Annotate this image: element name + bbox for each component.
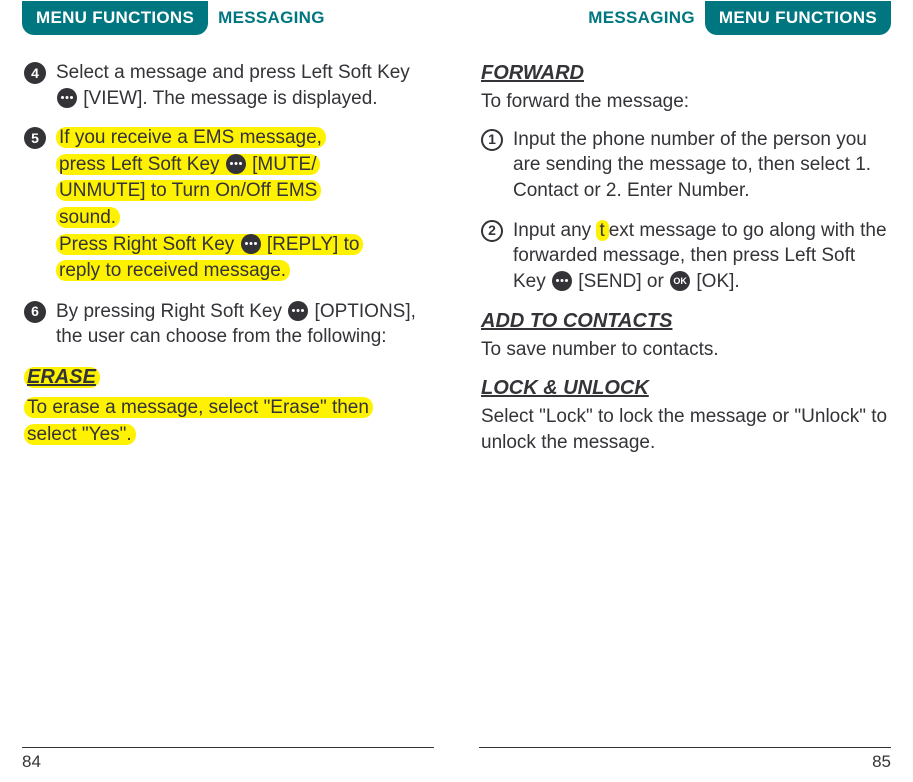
fs2-c: [SEND] or	[573, 271, 669, 292]
erase-heading: ERASE	[27, 366, 96, 388]
step-6-text: By pressing Right Soft Key [OPTIONS], th…	[56, 299, 432, 350]
content-left: 4 Select a message and press Left Soft K…	[22, 60, 434, 448]
dots-icon	[552, 271, 572, 291]
menu-functions-tab: MENU FUNCTIONS	[705, 1, 891, 35]
header-left: MENU FUNCTIONS MESSAGING	[22, 0, 434, 36]
page-85: MESSAGING MENU FUNCTIONS FORWARD To forw…	[457, 0, 913, 782]
step-5-hl-4: sound.	[56, 207, 120, 228]
ok-icon	[670, 271, 690, 291]
forward-step-2: 2 Input any text message to go along wit…	[481, 218, 889, 295]
circled-1: 1	[481, 129, 503, 151]
step-5-hl-2a: press Left Soft Key	[59, 154, 225, 175]
fs2-hl: t	[596, 220, 608, 241]
add-contacts-block: ADD TO CONTACTS To save number to contac…	[481, 308, 889, 363]
dots-icon	[288, 301, 308, 321]
dots-icon	[241, 234, 261, 254]
step-4-text: Select a message and press Left Soft Key…	[56, 60, 432, 111]
step-5-hl-6: reply to received message.	[56, 260, 290, 281]
page-number-84: 84	[22, 751, 41, 774]
step-5-hl-3: UNMUTE] to Turn On/Off EMS	[56, 180, 321, 201]
step-5-hl-5a: Press Right Soft Key	[59, 234, 240, 255]
forward-step-2-text: Input any text message to go along with …	[513, 218, 889, 295]
step-5-hl-1: If you receive a EMS message,	[56, 127, 326, 148]
step-5-hl-5b: [REPLY] to	[262, 234, 360, 255]
footer-rule	[479, 747, 891, 748]
forward-heading: FORWARD	[481, 62, 584, 84]
forward-step-1: 1 Input the phone number of the person y…	[481, 127, 889, 204]
content-right: FORWARD To forward the message: 1 Input …	[479, 60, 891, 455]
forward-block: FORWARD To forward the message:	[481, 60, 889, 115]
fs2-a: Input any	[513, 220, 596, 241]
page-number-85: 85	[872, 751, 891, 774]
step-number-5: 5	[24, 127, 46, 149]
menu-functions-tab: MENU FUNCTIONS	[22, 1, 208, 35]
dots-icon	[226, 154, 246, 174]
lock-unlock-block: LOCK & UNLOCK Select "Lock" to lock the …	[481, 375, 889, 455]
header-right: MESSAGING MENU FUNCTIONS	[479, 0, 891, 36]
messaging-label: MESSAGING	[588, 7, 695, 30]
erase-line-2: select "Yes".	[24, 424, 136, 445]
erase-heading-hl: ERASE	[24, 367, 100, 388]
forward-step-1-text: Input the phone number of the person you…	[513, 127, 889, 204]
lock-unlock-heading: LOCK & UNLOCK	[481, 377, 649, 399]
step-6-text-a: By pressing Right Soft Key	[56, 301, 287, 322]
step-5-text: If you receive a EMS message, press Left…	[56, 125, 432, 285]
step-4-text-a: Select a message and press Left Soft Key	[56, 62, 410, 83]
step-4-text-b: [VIEW]. The message is displayed.	[78, 88, 378, 109]
footer-rule	[22, 747, 434, 748]
erase-block: ERASE To erase a message, select "Erase"…	[24, 364, 432, 448]
step-4: 4 Select a message and press Left Soft K…	[24, 60, 432, 111]
step-number-4: 4	[24, 62, 46, 84]
add-contacts-sub: To save number to contacts.	[481, 337, 889, 363]
step-5-hl-2: press Left Soft Key [MUTE/	[56, 154, 320, 175]
messaging-label: MESSAGING	[218, 7, 325, 30]
step-5-hl-5: Press Right Soft Key [REPLY] to	[56, 234, 363, 255]
erase-text: To erase a message, select "Erase" then …	[24, 395, 432, 448]
fs2-d: [OK].	[691, 271, 740, 292]
page-84: MENU FUNCTIONS MESSAGING 4 Select a mess…	[0, 0, 456, 782]
lock-unlock-sub: Select "Lock" to lock the message or "Un…	[481, 404, 889, 455]
dots-icon	[57, 88, 77, 108]
circled-2: 2	[481, 220, 503, 242]
step-number-6: 6	[24, 301, 46, 323]
step-5-hl-2b: [MUTE/	[247, 154, 317, 175]
erase-line-1: To erase a message, select "Erase" then	[24, 397, 373, 418]
step-6: 6 By pressing Right Soft Key [OPTIONS], …	[24, 299, 432, 350]
step-5: 5 If you receive a EMS message, press Le…	[24, 125, 432, 285]
forward-sub: To forward the message:	[481, 89, 889, 115]
add-contacts-heading: ADD TO CONTACTS	[481, 310, 672, 332]
